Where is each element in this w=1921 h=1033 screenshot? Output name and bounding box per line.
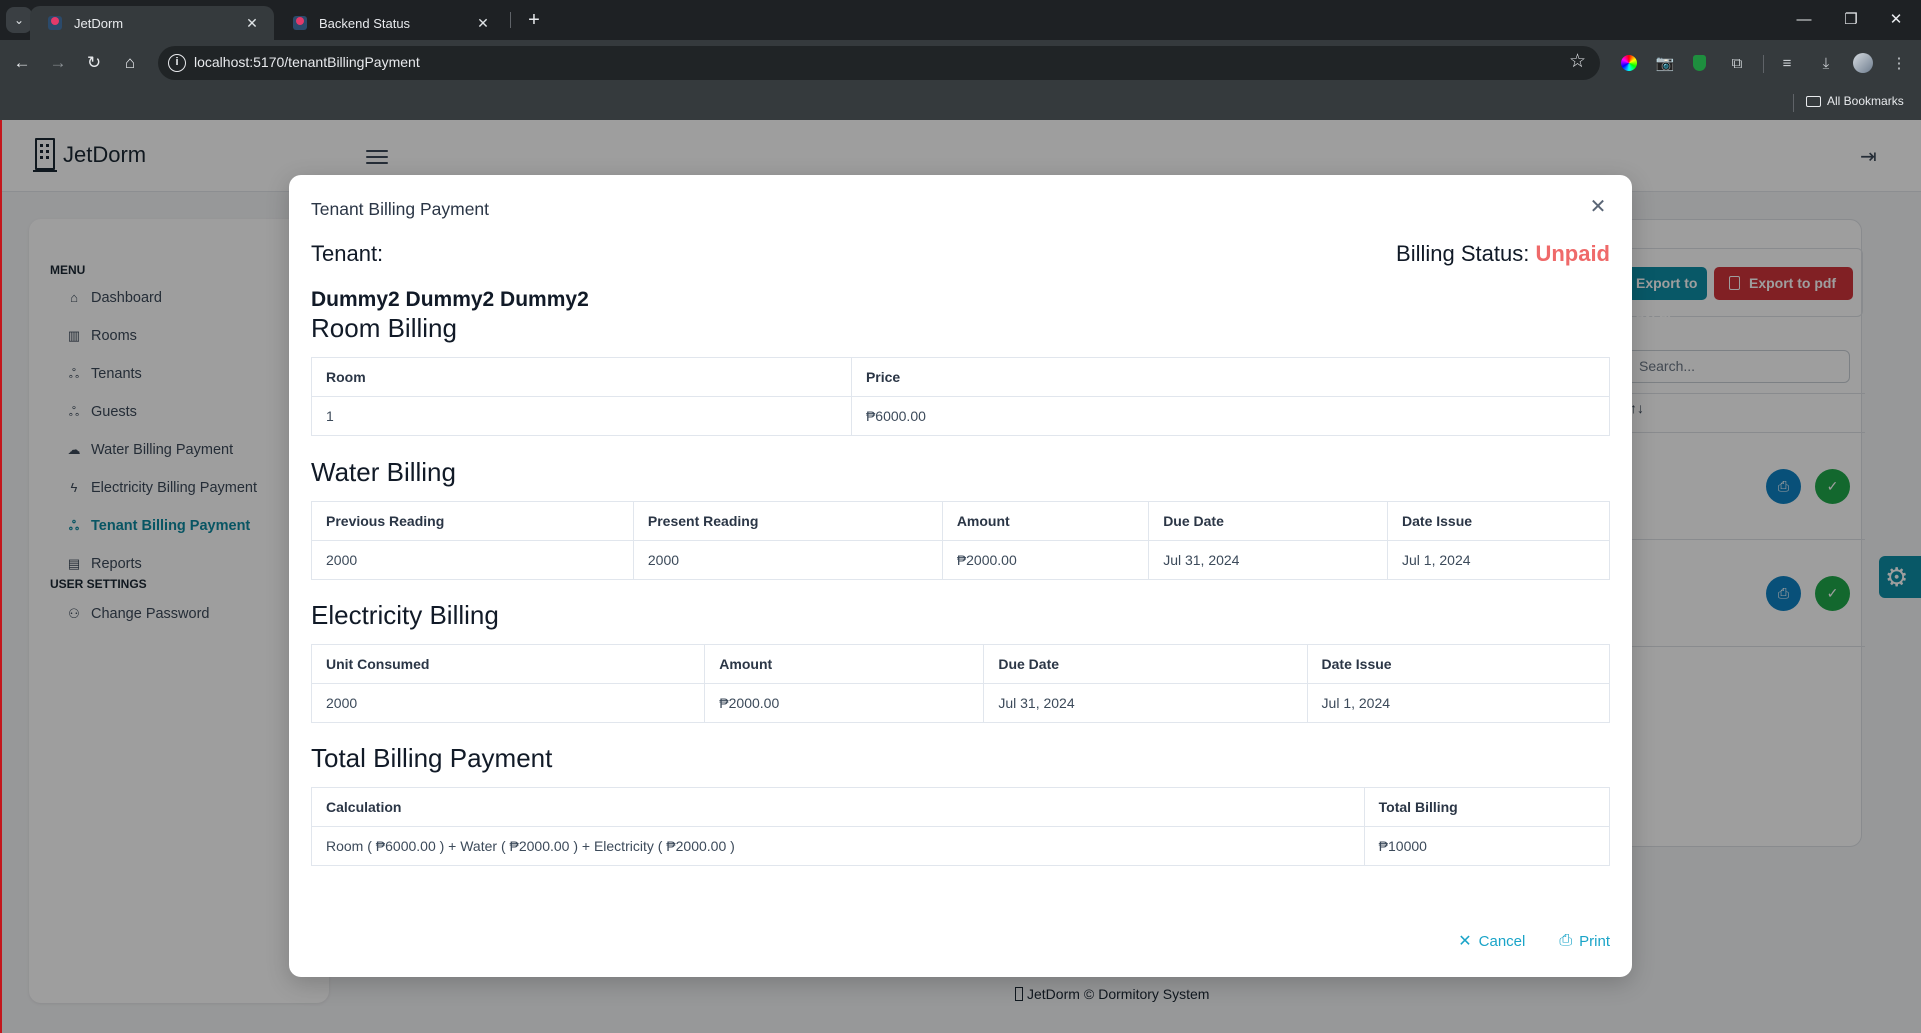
column-header: Previous Reading: [311, 501, 634, 541]
printer-icon: ⎙: [1559, 932, 1573, 949]
all-bookmarks-label: All Bookmarks: [1827, 94, 1904, 108]
close-tab-icon[interactable]: ✕: [242, 15, 262, 32]
table-header-row: Previous Reading Present Reading Amount Due…: [311, 501, 1610, 541]
column-header: Due Date: [983, 644, 1308, 684]
cancel-label: Cancel: [1478, 932, 1526, 950]
electricity-billing-title: Electricity Billing: [311, 600, 499, 630]
table-cell: ₱6000.00: [850, 396, 1611, 436]
minimize-button[interactable]: —: [1784, 6, 1824, 34]
window-edge: [0, 120, 2, 1033]
water-billing-table: Previous Reading Present Reading Amount Due…: [311, 501, 1610, 580]
camera-extension-icon[interactable]: 📷: [1655, 53, 1675, 73]
billing-status-value: Unpaid: [1535, 241, 1610, 266]
folder-icon: [1806, 95, 1821, 107]
back-button[interactable]: ←: [8, 49, 36, 77]
browser-tab-bar: ⌄ JetDorm ✕ Backend Status ✕ + — ❐ ✕: [0, 0, 1921, 40]
column-header: Due Date: [1148, 501, 1389, 541]
table-row: 2000 ₱2000.00 Jul 31, 2024 Jul 1, 2024: [310, 683, 1611, 723]
close-icon[interactable]: ✕: [1588, 197, 1608, 217]
table-header-row: Unit Consumed Amount Due Date Date Issue: [310, 644, 1611, 684]
browser-toolbar: ← → ↻ ⌂ i localhost:5170/tenantBillingPa…: [0, 40, 1921, 86]
color-picker-extension-icon[interactable]: [1621, 55, 1637, 71]
print-label: Print: [1579, 932, 1610, 950]
column-header: Price: [850, 357, 1611, 397]
table-cell: Room ( ₱6000.00 ) + Water ( ₱2000.00 ) +…: [311, 826, 1365, 866]
bookmarks-divider: [1793, 94, 1794, 112]
table-cell: 2000: [632, 540, 943, 580]
home-button[interactable]: ⌂: [116, 49, 144, 77]
tab-title: Backend Status: [319, 15, 411, 31]
table-cell: ₱2000.00: [941, 540, 1150, 580]
favicon-icon: [48, 16, 62, 30]
table-row: Room ( ₱6000.00 ) + Water ( ₱2000.00 ) +…: [311, 826, 1611, 866]
table-cell: Jul 31, 2024: [983, 683, 1308, 723]
extensions-puzzle-icon[interactable]: ⧉: [1727, 53, 1747, 73]
tab-list-button[interactable]: ⌄: [6, 7, 32, 33]
column-header: Calculation: [311, 787, 1365, 827]
table-cell: Jul 1, 2024: [1387, 540, 1610, 580]
tab-divider: [510, 12, 511, 28]
browser-tab-jetdorm[interactable]: JetDorm ✕: [30, 6, 274, 40]
browser-tab-backend-status[interactable]: Backend Status ✕: [275, 6, 505, 40]
table-cell: 1: [311, 396, 852, 436]
column-header: Present Reading: [632, 501, 943, 541]
room-billing-title: Room Billing: [311, 313, 457, 343]
column-header: Total Billing: [1363, 787, 1611, 827]
table-row: 1 ₱6000.00: [311, 396, 1611, 436]
profile-avatar[interactable]: [1853, 53, 1873, 73]
modal-title: Tenant Billing Payment: [311, 199, 490, 219]
total-billing-table: Calculation Total Billing Room ( ₱6000.00 …: [311, 787, 1611, 866]
column-header: Unit Consumed: [310, 644, 706, 684]
forward-button[interactable]: →: [44, 49, 72, 77]
download-icon[interactable]: ⤓: [1816, 53, 1836, 73]
table-cell: ₱10000: [1363, 826, 1611, 866]
table-row: 2000 2000 ₱2000.00 Jul 31, 2024 Jul 1, 2024: [311, 540, 1610, 580]
water-billing-title: Water Billing: [311, 457, 456, 487]
table-cell: 2000: [310, 683, 706, 723]
bookmarks-bar: All Bookmarks: [0, 86, 1921, 120]
page-viewport: JetDorm ⇥ MENU ⌂ Dashboard ▥ Rooms ஃ Tenants ஃ…: [0, 120, 1921, 1033]
tenant-label: Tenant:: [311, 241, 384, 266]
column-header: Amount: [941, 501, 1150, 541]
table-cell: Jul 31, 2024: [1148, 540, 1389, 580]
media-queue-icon[interactable]: ≡: [1777, 53, 1797, 73]
column-header: Amount: [704, 644, 985, 684]
bookmark-star-icon[interactable]: ☆: [1569, 50, 1586, 73]
total-billing-title: Total Billing Payment: [311, 743, 553, 773]
cancel-button[interactable]: ✕ Cancel: [1458, 931, 1525, 951]
table-cell: 2000: [311, 540, 634, 580]
column-header: Room: [311, 357, 852, 397]
table-cell: Jul 1, 2024: [1306, 683, 1611, 723]
column-header: Date Issue: [1387, 501, 1610, 541]
billing-status: Billing Status: Unpaid: [1396, 241, 1610, 267]
favicon-icon: [293, 16, 307, 30]
reload-button[interactable]: ↻: [80, 49, 108, 77]
table-cell: ₱2000.00: [704, 683, 985, 723]
shield-extension-icon[interactable]: [1693, 55, 1706, 71]
site-info-icon[interactable]: i: [168, 54, 186, 72]
room-billing-table: Room Price 1 ₱6000.00: [311, 357, 1611, 436]
billing-status-label: Billing Status:: [1396, 241, 1530, 266]
close-window-button[interactable]: ✕: [1876, 6, 1916, 34]
close-icon: ✕: [1458, 933, 1472, 950]
print-button[interactable]: ⎙ Print: [1559, 931, 1610, 951]
tenant-name: Dummy2 Dummy2 Dummy2: [311, 288, 589, 311]
address-bar[interactable]: i localhost:5170/tenantBillingPayment ☆: [158, 46, 1600, 80]
new-tab-button[interactable]: +: [520, 6, 548, 34]
url-text[interactable]: localhost:5170/tenantBillingPayment: [194, 54, 420, 70]
close-tab-icon[interactable]: ✕: [473, 15, 493, 32]
toolbar-divider: [1763, 55, 1764, 73]
tab-title: JetDorm: [74, 15, 124, 31]
modal-footer: ✕ Cancel ⎙ Print: [1458, 931, 1610, 951]
table-header-row: Room Price: [311, 357, 1611, 397]
column-header: Date Issue: [1306, 644, 1611, 684]
all-bookmarks-button[interactable]: All Bookmarks: [1806, 94, 1904, 108]
restore-button[interactable]: ❐: [1831, 6, 1871, 34]
tenant-billing-modal: Tenant Billing Payment ✕ Tenant: Billing…: [289, 175, 1632, 977]
browser-menu-icon[interactable]: ⋮: [1889, 53, 1909, 73]
table-header-row: Calculation Total Billing: [311, 787, 1611, 827]
electricity-billing-table: Unit Consumed Amount Due Date Date Issue 200…: [310, 644, 1611, 723]
